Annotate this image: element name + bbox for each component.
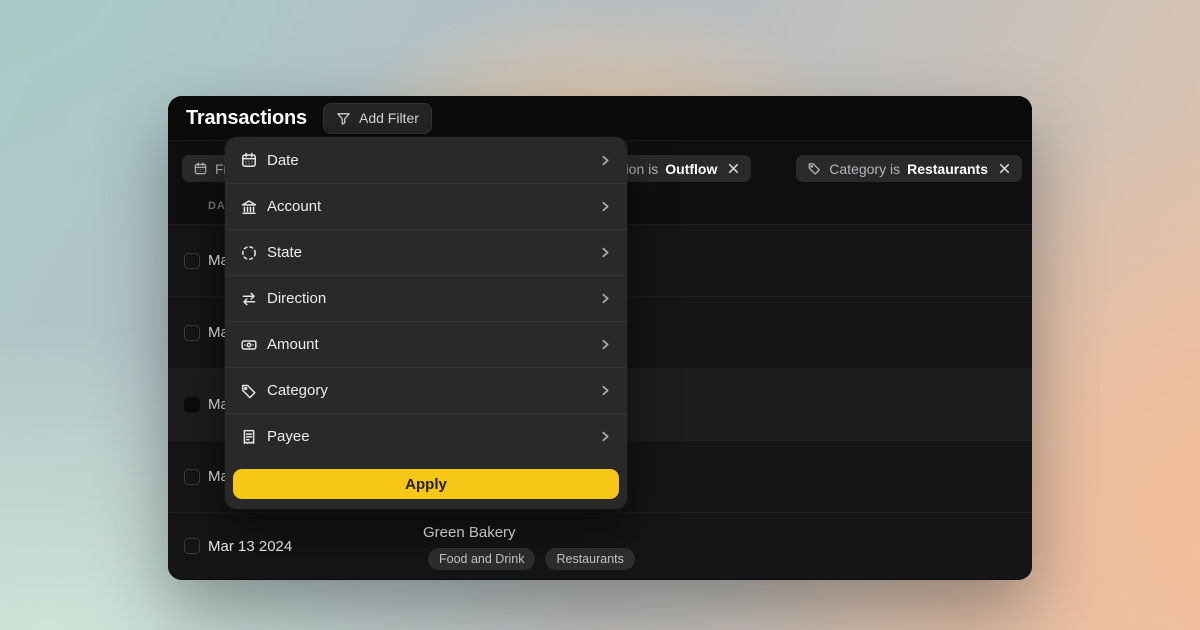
menu-item-label: Category	[267, 382, 328, 399]
row-checkbox[interactable]	[184, 469, 200, 485]
chevron-right-icon	[599, 246, 612, 259]
menu-item-amount[interactable]: Amount	[225, 321, 627, 367]
menu-item-account[interactable]: Account	[225, 183, 627, 229]
row-checkbox[interactable]	[184, 253, 200, 269]
menu-item-state[interactable]: State	[225, 229, 627, 275]
arrows-left-right-icon	[240, 290, 258, 308]
menu-item-label: Direction	[267, 290, 326, 307]
window-header: Transactions Add Filter	[168, 96, 1032, 140]
tag-icon	[807, 161, 822, 176]
menu-item-label: Payee	[267, 428, 310, 445]
filter-chip-category[interactable]: Category is Restaurants	[796, 155, 1022, 182]
menu-item-direction[interactable]: Direction	[225, 275, 627, 321]
tag-icon	[240, 382, 258, 400]
category-tags: Food and Drink Restaurants	[428, 548, 635, 570]
menu-item-payee[interactable]: Payee	[225, 413, 627, 459]
menu-item-label: Account	[267, 198, 321, 215]
menu-item-date[interactable]: Date	[225, 137, 627, 183]
menu-item-category[interactable]: Category	[225, 367, 627, 413]
chip-value: Outflow	[665, 161, 717, 177]
payee-name: Green Bakery	[423, 524, 635, 541]
dashed-circle-icon	[240, 244, 258, 262]
menu-item-label: State	[267, 244, 302, 261]
calendar-icon	[193, 161, 208, 176]
remove-filter-icon[interactable]	[727, 162, 740, 175]
chevron-right-icon	[599, 384, 612, 397]
row-checkbox[interactable]	[184, 325, 200, 341]
receipt-icon	[240, 428, 258, 446]
banknote-icon	[240, 336, 258, 354]
page-title: Transactions	[186, 107, 307, 130]
category-tag: Restaurants	[545, 548, 634, 570]
chip-value: Restaurants	[907, 161, 988, 177]
table-row[interactable]: Mar 13 2024 Green Bakery Food and Drink …	[168, 512, 1032, 579]
calendar-icon	[240, 151, 258, 169]
row-checkbox[interactable]	[184, 538, 200, 554]
row-date: Mar 13 2024	[208, 538, 292, 555]
chevron-right-icon	[599, 154, 612, 167]
desktop-background: { "header": { "title": "Transactions", "…	[0, 0, 1200, 630]
chip-label: Category is	[829, 161, 900, 177]
chevron-right-icon	[599, 430, 612, 443]
chevron-right-icon	[599, 200, 612, 213]
add-filter-label: Add Filter	[359, 110, 419, 126]
funnel-icon	[336, 111, 351, 126]
bank-icon	[240, 198, 258, 216]
apply-button-container: Apply	[225, 459, 627, 509]
chevron-right-icon	[599, 338, 612, 351]
menu-item-label: Date	[267, 152, 299, 169]
add-filter-button[interactable]: Add Filter	[323, 103, 432, 134]
app-window: Transactions Add Filter From Direction i…	[168, 96, 1032, 580]
remove-filter-icon[interactable]	[998, 162, 1011, 175]
chevron-right-icon	[599, 292, 612, 305]
payee-cell: Green Bakery Food and Drink Restaurants	[423, 524, 635, 570]
category-tag: Food and Drink	[428, 548, 535, 570]
menu-item-label: Amount	[267, 336, 319, 353]
row-checkbox[interactable]	[184, 397, 200, 413]
add-filter-dropdown: Date Account State	[225, 137, 627, 509]
apply-button[interactable]: Apply	[233, 469, 619, 499]
